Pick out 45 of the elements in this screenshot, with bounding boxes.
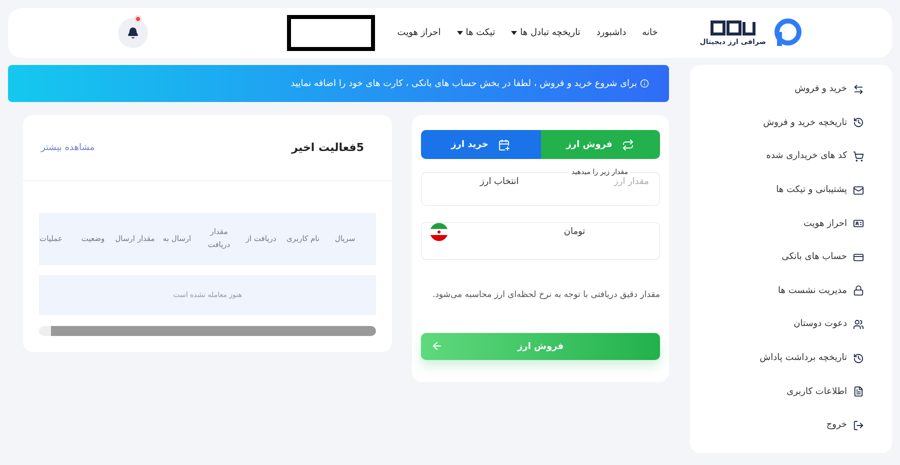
exchange-icon (622, 138, 634, 150)
nav-link[interactable]: داشبورد (596, 28, 626, 38)
logo-mark-drawing (710, 20, 756, 36)
credit-card-icon (853, 252, 864, 263)
card-title: 5فعالیت اخیر (292, 141, 364, 154)
history-icon (853, 352, 864, 364)
arrow-icon (431, 340, 443, 352)
sidebar-item[interactable]: مدیریت نشست ها (690, 280, 864, 302)
bell-icon (127, 27, 139, 39)
sidebar-item[interactable]: تاریخچه خرید و فروش (690, 112, 864, 134)
rate-note: مقدار دقیق دریافتی با توجه به نرخ لحظه‌ای ارز محاسبه می‌شود. (431, 290, 660, 300)
calendar-icon (498, 138, 510, 150)
notification-button[interactable] (118, 18, 148, 48)
logo-icon (772, 18, 802, 48)
mail-icon (853, 184, 864, 196)
nav-link[interactable]: تیکت ها (456, 28, 496, 38)
sidebar-item[interactable]: خرید و فروش (690, 79, 864, 100)
sidebar-item[interactable]: تاریخچه برداشت پاداش (690, 348, 864, 368)
sidebar-item[interactable]: اطلاعات کاربری (690, 381, 864, 402)
currency-select[interactable]: تومان (564, 227, 586, 237)
nav-link[interactable]: خانه (642, 28, 658, 38)
flag-icon (430, 223, 448, 241)
sidebar-item[interactable]: پشتیبانی و تیکت ها (690, 180, 864, 200)
sidebar-item[interactable]: خروج (690, 414, 864, 436)
nav-link[interactable]: احراز هویت (397, 28, 441, 38)
id-card-icon (853, 218, 864, 230)
sidebar-item[interactable]: حساب های بانکی (690, 246, 864, 268)
nav-link[interactable]: تاریخچه تبادل ها (511, 28, 580, 38)
horizontal-scrollbar[interactable] (39, 326, 376, 336)
see-more-link[interactable]: مشاهده بیشتر (41, 142, 95, 152)
swap-icon (853, 84, 864, 95)
exchange-tab[interactable]: خرید ارز (421, 130, 540, 159)
cart-icon (853, 150, 864, 162)
sidebar-item[interactable]: کد های خریداری شده (690, 146, 864, 167)
currency-select[interactable]: انتخاب ارز (480, 177, 519, 187)
history-icon (853, 117, 864, 128)
logout-icon (853, 420, 864, 431)
info-icon (640, 79, 649, 88)
users-icon (853, 318, 864, 330)
receive-field[interactable]: تومان (421, 222, 660, 260)
lock-icon (853, 285, 864, 296)
sidebar-item[interactable]: دعوت دوستان (690, 314, 864, 335)
document-icon (853, 386, 864, 398)
banner-text: برای شروع خرید و فروش ، لطفا در بخش حساب های بانکی ، کارت های خود را اضافه نمایید (290, 78, 637, 88)
sidebar-item[interactable]: احراز هویت (690, 213, 864, 234)
